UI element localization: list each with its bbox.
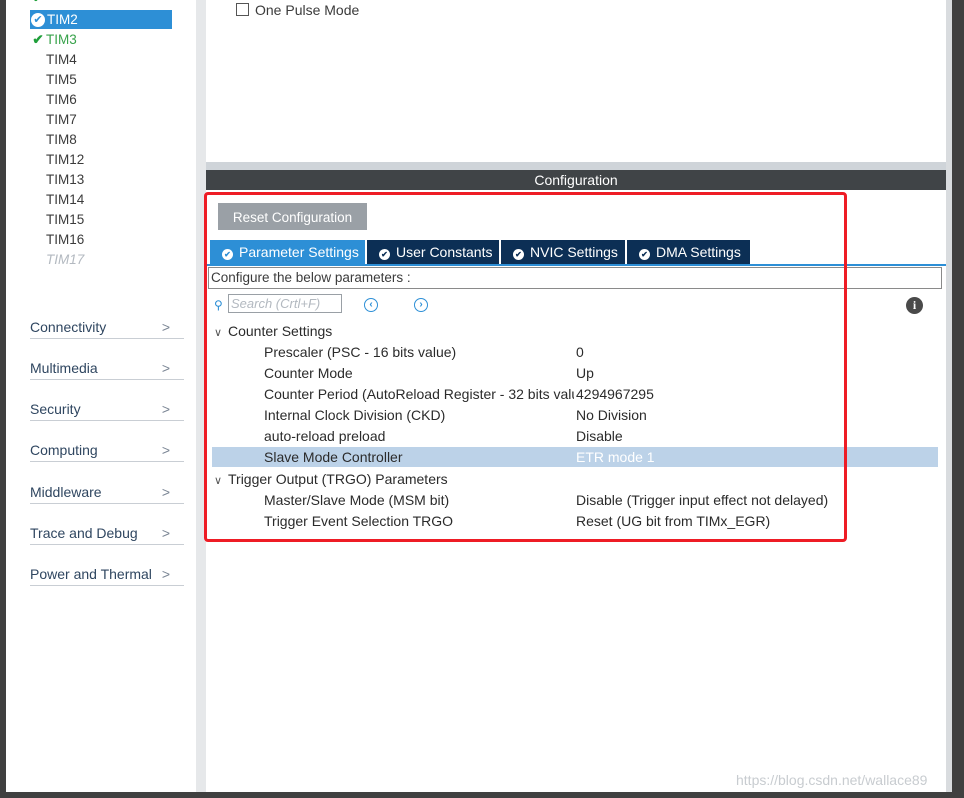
- sidebar-item-tim14[interactable]: TIM14: [30, 190, 84, 209]
- one-pulse-mode-checkbox[interactable]: One Pulse Mode: [236, 2, 359, 18]
- sidebar-item-tim13[interactable]: TIM13: [30, 170, 84, 189]
- info-icon[interactable]: i: [906, 297, 923, 314]
- check-icon: ✔: [32, 32, 44, 47]
- vertical-scrollbar[interactable]: [946, 0, 952, 792]
- check-circle-icon: ✔: [31, 13, 45, 28]
- watermark: https://blog.csdn.net/wallace89: [736, 772, 928, 788]
- sidebar-category-multimedia[interactable]: Multimedia >: [30, 357, 184, 380]
- sidebar-category-connectivity[interactable]: Connectivity >: [30, 316, 184, 339]
- sidebar-item-tim17: TIM17: [46, 252, 85, 267]
- panel-splitter[interactable]: [206, 162, 946, 170]
- sidebar-item-tim15[interactable]: TIM15: [30, 210, 84, 229]
- sidebar-item-tim7[interactable]: TIM7: [30, 110, 77, 129]
- sidebar-category-trace-and-debug[interactable]: Trace and Debug >: [30, 522, 184, 545]
- chevron-right-icon: >: [161, 360, 170, 376]
- sidebar-item-tim5[interactable]: TIM5: [30, 70, 77, 89]
- chevron-right-icon: >: [161, 401, 170, 417]
- configuration-header: Configuration: [206, 170, 946, 190]
- chevron-right-icon: >: [161, 525, 170, 541]
- chevron-right-icon: >: [161, 566, 170, 582]
- mode-panel: One Pulse Mode: [206, 0, 946, 162]
- sidebar-category-security[interactable]: Security >: [30, 398, 184, 421]
- chevron-right-icon: >: [161, 442, 170, 458]
- sidebar-category-power-and-thermal[interactable]: Power and Thermal >: [30, 563, 184, 586]
- chevron-right-icon: >: [161, 319, 170, 335]
- sidebar-item-tim16[interactable]: TIM16: [30, 230, 84, 249]
- sidebar-category-middleware[interactable]: Middleware >: [30, 481, 184, 504]
- sidebar-item-tim4[interactable]: TIM4: [30, 50, 77, 69]
- sidebar-item-tim1-partial[interactable]: ✔: [30, 0, 46, 7]
- sidebar: ✔ ✔TIM2 ✔TIM3 TIM4 TIM5 TIM6 TIM7 TIM8 T…: [6, 0, 196, 792]
- sidebar-item-tim6[interactable]: TIM6: [30, 90, 77, 109]
- sidebar-item-tim2[interactable]: ✔ TIM2: [30, 10, 172, 29]
- annotation-highlight-box: [204, 192, 847, 542]
- check-icon: ✔: [30, 0, 46, 7]
- window-bottom-border: [0, 792, 964, 798]
- sidebar-item-tim8[interactable]: TIM8: [30, 130, 77, 149]
- checkbox-icon: [236, 3, 249, 16]
- chevron-right-icon: >: [161, 484, 170, 500]
- sidebar-item-tim12[interactable]: TIM12: [30, 150, 84, 169]
- sidebar-item-tim3[interactable]: ✔ TIM3: [30, 30, 76, 49]
- sidebar-category-computing[interactable]: Computing >: [30, 439, 184, 462]
